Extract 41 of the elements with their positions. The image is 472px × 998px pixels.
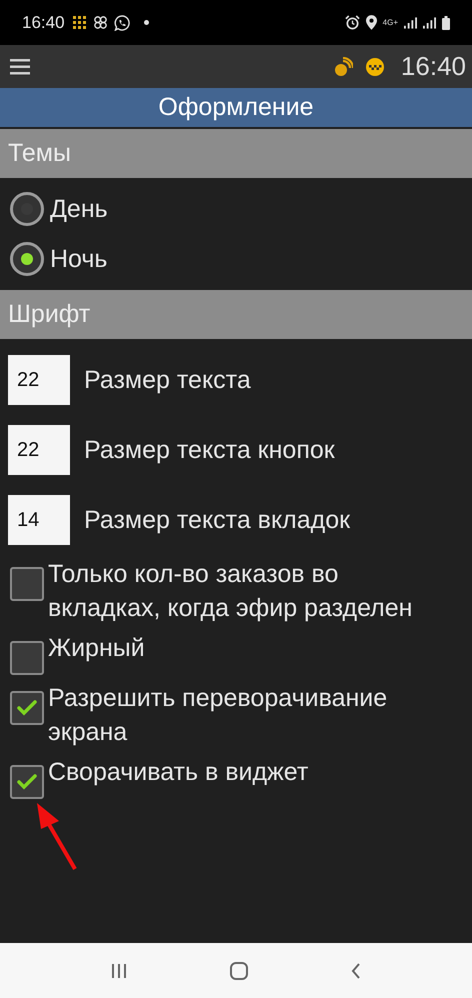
radio-label: Ночь xyxy=(50,244,108,274)
checkbox-label: Только кол-во заказов во вкладках, когда эфир разделен xyxy=(48,559,414,624)
radio-button[interactable] xyxy=(10,192,44,226)
checkbox[interactable] xyxy=(10,691,44,725)
checkbox-label: Сворачивать в виджет xyxy=(48,757,310,788)
field-label: Размер текста кнопок xyxy=(84,436,335,464)
pinwheel-icon xyxy=(92,15,108,30)
check-icon xyxy=(17,774,37,790)
location-icon xyxy=(366,15,377,30)
number-field[interactable]: 22 xyxy=(8,425,70,475)
check-icon xyxy=(17,700,37,716)
status-time: 16:40 xyxy=(22,12,65,32)
home-icon[interactable] xyxy=(230,962,248,980)
checkbox[interactable] xyxy=(10,641,44,675)
checkbox[interactable] xyxy=(10,567,44,601)
network-label: 4G+ xyxy=(382,18,398,26)
checkbox[interactable] xyxy=(10,765,44,799)
grid-icon xyxy=(72,16,87,30)
section-header: Темы xyxy=(0,129,472,178)
menu-icon[interactable] xyxy=(10,58,30,74)
alarm-icon xyxy=(344,15,360,30)
screen-title: Оформление xyxy=(0,88,472,127)
number-field[interactable]: 14 xyxy=(8,495,70,545)
field-label: Размер текста xyxy=(84,366,251,394)
phone-bubble-icon xyxy=(114,14,130,30)
number-field[interactable]: 22 xyxy=(8,355,70,405)
field-label: Размер текста вкладок xyxy=(84,506,350,534)
section-header: Шрифт xyxy=(0,290,472,339)
back-icon[interactable] xyxy=(350,962,361,978)
signal-icon xyxy=(404,16,417,28)
signal-icon xyxy=(423,16,436,28)
satellite-icon xyxy=(332,56,353,76)
battery-icon xyxy=(442,16,450,30)
recent-apps-icon[interactable] xyxy=(111,964,128,978)
checkbox-label: Разрешить переворачивание экрана xyxy=(48,683,388,748)
checkbox-label: Жирный xyxy=(48,633,146,664)
dot-icon xyxy=(144,20,149,25)
taxi-icon xyxy=(364,56,385,76)
radio-button[interactable] xyxy=(10,242,44,276)
clock: 16:40 xyxy=(400,51,466,82)
radio-label: День xyxy=(50,194,108,224)
